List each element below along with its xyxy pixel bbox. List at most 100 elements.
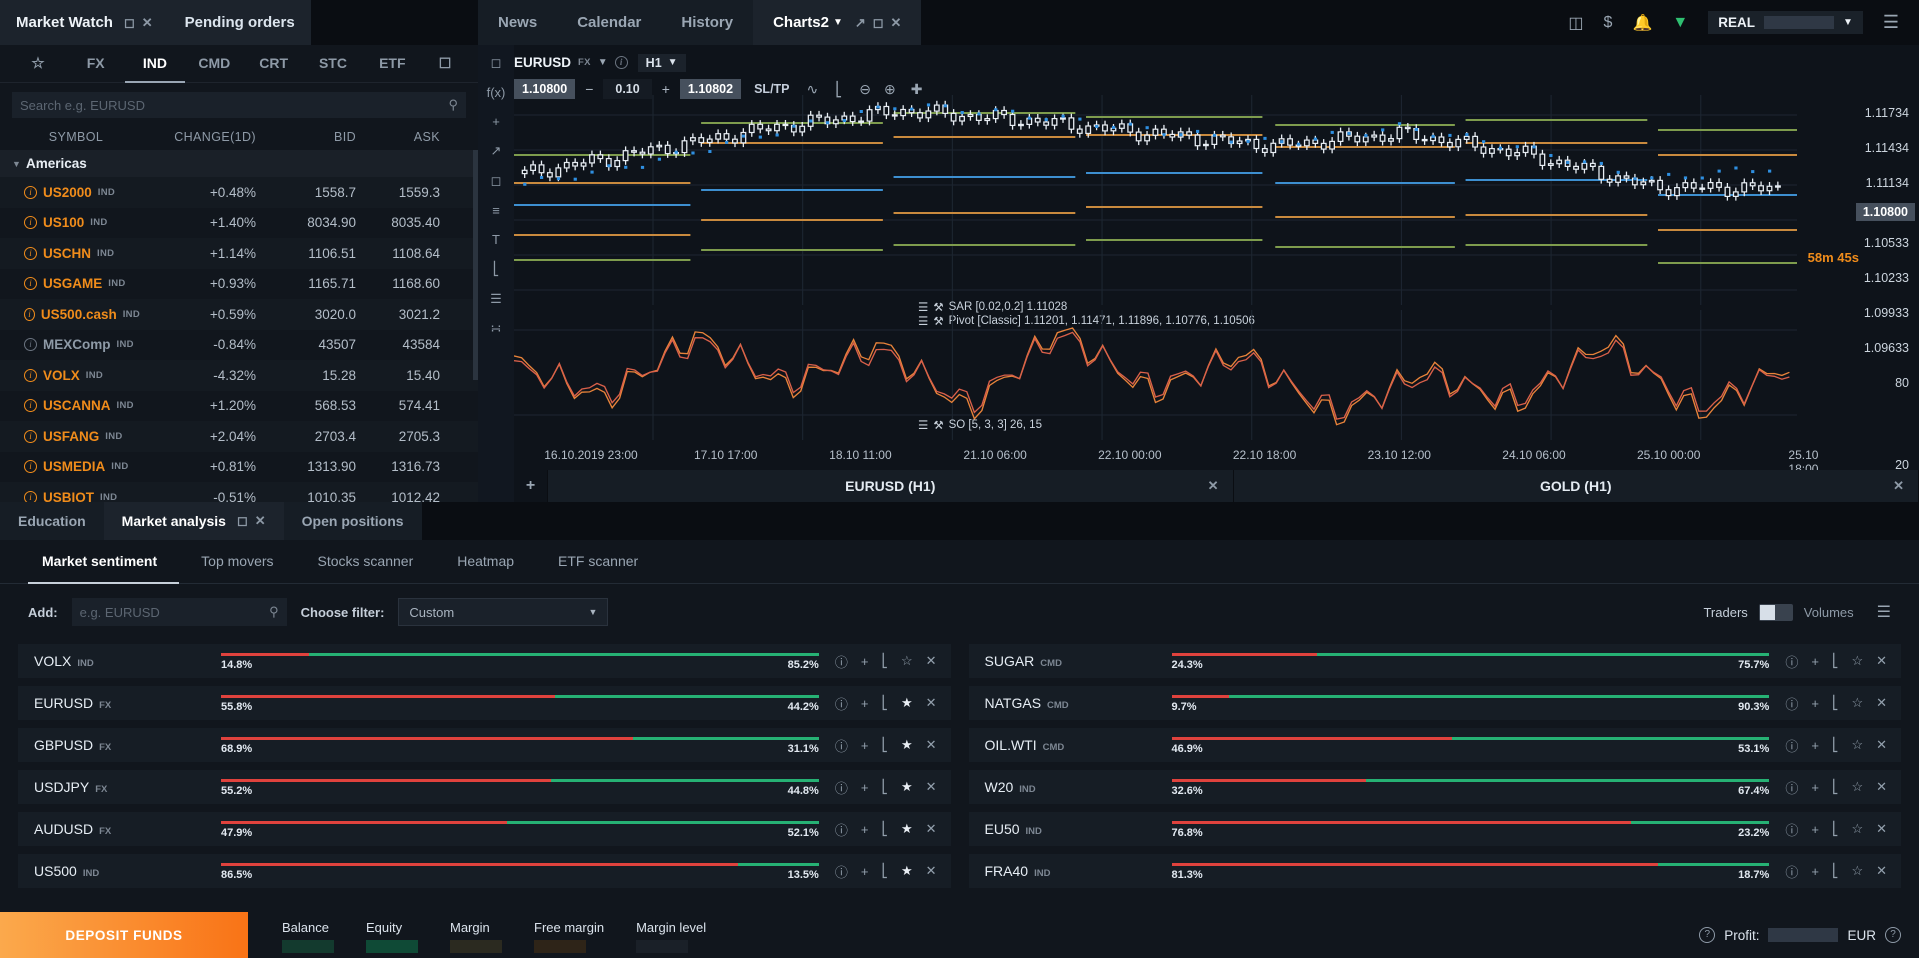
- row-ask[interactable]: 1316.73: [356, 459, 440, 474]
- help-icon[interactable]: ?: [1885, 927, 1901, 943]
- market-watch-row[interactable]: iUSCHNIND+1.14%1106.511108.64: [0, 238, 478, 269]
- close-icon[interactable]: ✕: [1208, 478, 1219, 494]
- market-watch-row[interactable]: iUS100IND+1.40%8034.908035.40: [0, 208, 478, 239]
- close-icon[interactable]: ✕: [926, 779, 937, 795]
- indicator-visibility-icon[interactable]: ☰: [918, 418, 928, 432]
- close-icon[interactable]: ✕: [926, 695, 937, 711]
- plus-icon[interactable]: +: [1811, 864, 1819, 879]
- tab-history[interactable]: History: [661, 0, 753, 45]
- account-mode-badge[interactable]: REAL ▼: [1708, 11, 1863, 34]
- row-ask[interactable]: 43584: [356, 337, 440, 352]
- star-icon[interactable]: ★: [901, 779, 913, 795]
- question-icon[interactable]: ?: [1699, 927, 1715, 943]
- star-icon[interactable]: ☆: [1851, 779, 1863, 795]
- close-icon[interactable]: ✕: [926, 737, 937, 753]
- chart-icon[interactable]: ⎣: [1832, 821, 1839, 837]
- sentiment-row[interactable]: OIL.WTICMD46.9%53.1%ⓘ+⎣☆✕: [969, 728, 1902, 762]
- star-icon[interactable]: ★: [901, 863, 913, 879]
- tab-education[interactable]: Education: [0, 502, 104, 540]
- market-watch-row[interactable]: iUSCANNAIND+1.20%568.53574.41: [0, 391, 478, 422]
- layers-icon[interactable]: ☰: [490, 291, 502, 307]
- chart-icon[interactable]: ⎣: [1832, 695, 1839, 711]
- row-bid[interactable]: 43507: [256, 337, 356, 352]
- info-icon[interactable]: ⓘ: [1785, 820, 1798, 839]
- star-icon[interactable]: ☆: [10, 45, 66, 83]
- subtab-market-sentiment[interactable]: Market sentiment: [28, 540, 179, 584]
- info-icon[interactable]: ⓘ: [835, 694, 848, 713]
- market-watch-row[interactable]: iVOLXIND-4.32%15.2815.40: [0, 360, 478, 391]
- row-ask[interactable]: 1559.3: [356, 185, 440, 200]
- market-watch-search[interactable]: ⚲ ☷: [12, 92, 466, 118]
- tab-news[interactable]: News: [478, 0, 557, 45]
- plus-icon[interactable]: +: [861, 864, 869, 879]
- category-cmd[interactable]: CMD: [185, 45, 244, 83]
- chart-icon[interactable]: ⎣: [881, 653, 888, 669]
- trendline-icon[interactable]: ↗: [491, 143, 502, 159]
- plus-icon[interactable]: +: [861, 654, 869, 669]
- tab-market-watch[interactable]: Market Watch ◻ ✕: [0, 0, 169, 45]
- deposit-funds-button[interactable]: DEPOSIT FUNDS: [0, 912, 248, 958]
- chart-tab-eurusd[interactable]: EURUSD (H1) ✕: [548, 470, 1234, 502]
- info-icon[interactable]: ⓘ: [1785, 778, 1798, 797]
- row-bid[interactable]: 1313.90: [256, 459, 356, 474]
- chart-icon[interactable]: ⎣: [1832, 779, 1839, 795]
- row-bid[interactable]: 1165.71: [256, 276, 356, 291]
- row-bid[interactable]: 1558.7: [256, 185, 356, 200]
- inbox-icon[interactable]: ☐: [422, 45, 468, 83]
- sentiment-row[interactable]: NATGASCMD9.7%90.3%ⓘ+⎣☆✕: [969, 686, 1902, 720]
- info-icon[interactable]: i: [615, 56, 628, 69]
- sltp-button[interactable]: SL/TP: [754, 82, 789, 96]
- star-icon[interactable]: ★: [901, 695, 913, 711]
- close-icon[interactable]: ✕: [1876, 737, 1887, 753]
- info-icon[interactable]: i: [24, 338, 37, 351]
- chart-symbol-selector[interactable]: EURUSD FX ▼ i: [514, 55, 628, 70]
- tab-market-analysis[interactable]: Market analysis ◻ ✕: [104, 502, 284, 540]
- search-input[interactable]: [20, 98, 448, 113]
- market-watch-row[interactable]: iUS2000IND+0.48%1558.71559.3: [0, 177, 478, 208]
- row-bid[interactable]: 2703.4: [256, 429, 356, 444]
- star-icon[interactable]: ☆: [901, 653, 913, 669]
- tab-charts2[interactable]: Charts2 ▼ ↗ ◻ ✕: [753, 0, 921, 45]
- chart-icon[interactable]: ⎣: [881, 695, 888, 711]
- add-symbol-input[interactable]: ⚲: [72, 598, 287, 626]
- info-icon[interactable]: ⓘ: [835, 862, 848, 881]
- info-icon[interactable]: i: [24, 430, 37, 443]
- menu-icon[interactable]: ☰: [1877, 602, 1891, 622]
- sentiment-row[interactable]: GBPUSDFX68.9%31.1%ⓘ+⎣★✕: [18, 728, 951, 762]
- row-ask[interactable]: 3021.2: [356, 307, 440, 322]
- sentiment-row[interactable]: W20IND32.6%67.4%ⓘ+⎣☆✕: [969, 770, 1902, 804]
- chart-tab-gold[interactable]: GOLD (H1) ✕: [1234, 470, 1919, 502]
- sentiment-row[interactable]: USDJPYFX55.2%44.8%ⓘ+⎣★✕: [18, 770, 951, 804]
- chart-icon[interactable]: ⎣: [1832, 863, 1839, 879]
- chart-icon[interactable]: ⎣: [881, 863, 888, 879]
- info-icon[interactable]: ⓘ: [835, 778, 848, 797]
- star-icon[interactable]: ☆: [1851, 821, 1863, 837]
- fibonacci-icon[interactable]: ≡: [492, 203, 500, 218]
- chart-icon[interactable]: ⎣: [881, 737, 888, 753]
- row-bid[interactable]: 1106.51: [256, 246, 356, 261]
- category-etf[interactable]: ETF: [363, 45, 422, 83]
- add-symbol-field[interactable]: [80, 605, 269, 620]
- sentiment-row[interactable]: US500IND86.5%13.5%ⓘ+⎣★✕: [18, 854, 951, 888]
- volume-icon[interactable]: ⎣: [493, 261, 500, 277]
- subtab-stocks-scanner[interactable]: Stocks scanner: [296, 540, 436, 584]
- info-icon[interactable]: i: [24, 460, 37, 473]
- subtab-top-movers[interactable]: Top movers: [179, 540, 295, 584]
- star-icon[interactable]: ★: [901, 737, 913, 753]
- row-bid[interactable]: 3020.0: [256, 307, 356, 322]
- currency-icon[interactable]: $: [1604, 14, 1613, 32]
- info-icon[interactable]: ⓘ: [1785, 652, 1798, 671]
- subtab-etf-scanner[interactable]: ETF scanner: [536, 540, 660, 584]
- indicator-settings-icon[interactable]: ⚒: [933, 418, 943, 432]
- row-bid[interactable]: 15.28: [256, 368, 356, 383]
- close-icon[interactable]: ✕: [891, 15, 902, 31]
- chart-icon[interactable]: ⎣: [881, 821, 888, 837]
- info-icon[interactable]: i: [24, 399, 37, 412]
- wifi-icon[interactable]: ▼: [1672, 14, 1688, 32]
- star-icon[interactable]: ★: [901, 821, 913, 837]
- sentiment-row[interactable]: AUDUSDFX47.9%52.1%ⓘ+⎣★✕: [18, 812, 951, 846]
- close-icon[interactable]: ✕: [1893, 478, 1904, 494]
- info-icon[interactable]: ⓘ: [835, 820, 848, 839]
- traders-volumes-switch[interactable]: [1759, 604, 1793, 621]
- tab-calendar[interactable]: Calendar: [557, 0, 661, 45]
